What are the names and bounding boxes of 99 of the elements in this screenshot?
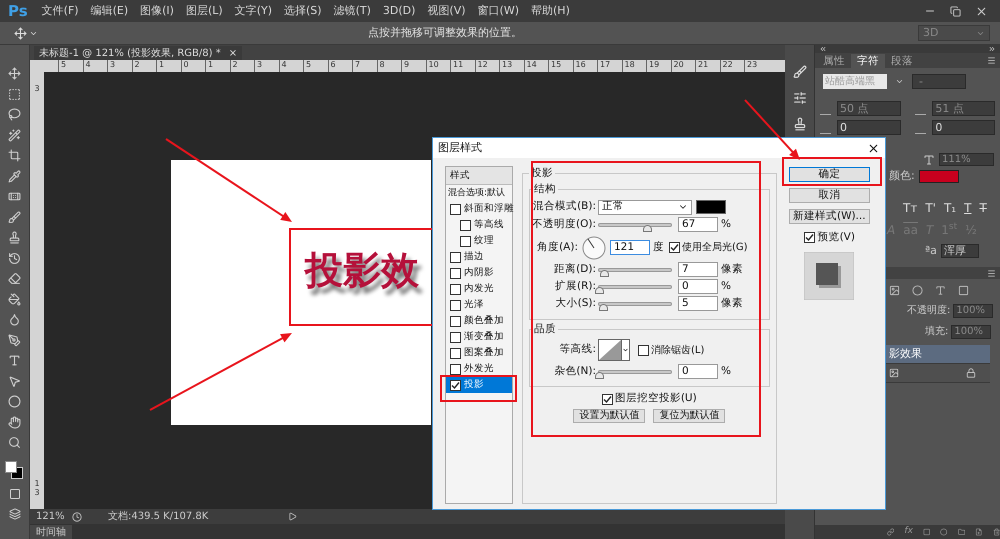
dialog-button[interactable]: 取消: [788, 188, 870, 203]
ruler-label: 1: [34, 479, 40, 488]
zoom-level: 121%: [35, 510, 66, 524]
style-label: 颜色叠加: [464, 314, 504, 328]
style-label: 斜面和浮雕: [464, 202, 514, 216]
style-label: 纹理: [474, 234, 494, 248]
menu-item[interactable]: 3D(D): [376, 2, 422, 20]
number-field[interactable]: 0: [678, 279, 718, 294]
color-label: 颜色:: [889, 168, 915, 184]
document-tab[interactable]: 未标题-1 @ 121% (投影效果, RGB/8) * ×: [34, 46, 242, 60]
type-style-button[interactable]: T': [925, 198, 936, 216]
number-field[interactable]: 0: [678, 364, 718, 379]
fx-button[interactable]: fx: [904, 525, 913, 539]
layer-name: 影效果: [889, 346, 922, 362]
dialog-title: 图层样式: [438, 140, 482, 156]
fill-label: 填充:: [925, 324, 948, 339]
dialog-button[interactable]: 新建样式(W)...: [788, 209, 870, 224]
style-list-item[interactable]: 内发光: [446, 281, 512, 297]
number-field[interactable]: 7: [678, 262, 718, 278]
style-list-item[interactable]: 描边: [446, 249, 512, 265]
style-label: 内发光: [464, 282, 494, 296]
document-info: 文档:439.5 K/107.8K: [108, 510, 208, 524]
menu-item[interactable]: 文件(F): [36, 2, 85, 20]
tab-close[interactable]: ×: [228, 46, 238, 60]
menu-item[interactable]: 图像(I): [134, 2, 180, 20]
antialias-label: ªa: [925, 242, 937, 258]
list-header: 样式: [446, 167, 512, 185]
field-label: 混合模式(B):: [532, 199, 597, 214]
unit-label: 像素: [721, 262, 743, 278]
style-list-item[interactable]: 颜色叠加: [446, 313, 512, 329]
ruler-label: 3: [34, 84, 40, 93]
opacity-label: 不透明度:: [907, 304, 950, 318]
style-list-item[interactable]: 内阴影: [446, 265, 512, 281]
menu-item[interactable]: 帮助(H): [525, 2, 576, 20]
unit-label: %: [721, 217, 731, 232]
hint-text: 点按并拖移可调整效果的位置。: [368, 24, 522, 41]
field-label: 角度(A):: [536, 240, 579, 255]
blend-mode-dropdown[interactable]: 正常: [598, 200, 692, 214]
app-logo: Ps: [7, 0, 29, 22]
number-field[interactable]: 5: [678, 296, 718, 312]
checkbox-label: 使用全局光(G): [682, 240, 748, 255]
number-field[interactable]: 121: [610, 240, 650, 255]
blend-options-item[interactable]: 混合选项:默认: [446, 185, 512, 201]
type-style-button[interactable]: T: [964, 198, 972, 216]
unit-label: 像素: [721, 296, 743, 312]
kerning-field[interactable]: 0: [836, 120, 902, 135]
style-label: 描边: [464, 250, 484, 264]
group-title: 结构: [533, 182, 557, 197]
style-label: 投影: [464, 378, 484, 392]
style-label: 渐变叠加: [464, 330, 504, 344]
panel-tab[interactable]: 字符: [851, 54, 885, 68]
style-list-item[interactable]: 光泽: [446, 297, 512, 313]
style-list-item[interactable]: 图案叠加: [446, 345, 512, 361]
canvas-text: 投影效: [305, 247, 420, 294]
menu-item[interactable]: 选择(S): [278, 2, 328, 20]
dialog-button[interactable]: 确定: [788, 167, 870, 182]
checkbox-label: 预览(V): [818, 230, 855, 245]
tab-title: 未标题-1 @ 121% (投影效果, RGB/8) *: [39, 46, 221, 60]
tracking-field[interactable]: 0: [932, 120, 995, 135]
number-field[interactable]: 67: [678, 217, 718, 232]
menu-item[interactable]: 文字(Y): [228, 2, 278, 20]
type-style-button[interactable]: T: [979, 198, 987, 216]
field-label: 不透明度(O):: [532, 217, 597, 232]
menu-item[interactable]: 编辑(E): [84, 2, 134, 20]
dialog-button[interactable]: 复位为默认值: [653, 409, 726, 423]
checkbox-label: 图层挖空投影(U): [614, 391, 697, 406]
style-label: 外发光: [464, 362, 494, 376]
dialog-button[interactable]: 设置为默认值: [573, 409, 646, 423]
group-title: 品质: [533, 322, 557, 336]
field-label: 等高线:: [558, 342, 597, 358]
style-list-item[interactable]: 渐变叠加: [446, 329, 512, 345]
field-label: 杂色(N):: [553, 364, 597, 379]
menu-item[interactable]: 视图(V): [421, 2, 472, 20]
style-label: 图案叠加: [464, 346, 504, 360]
menu-item[interactable]: 窗口(W): [472, 2, 525, 20]
style-label: 内阴影: [464, 266, 494, 280]
ruler-label: 3: [34, 488, 40, 497]
panel-tab[interactable]: 段落: [885, 54, 919, 68]
checkbox-label: 消除锯齿(L): [651, 344, 704, 358]
timeline-tab[interactable]: 时间轴: [30, 525, 72, 539]
style-label: 光泽: [464, 298, 484, 312]
style-list-item[interactable]: 投影: [446, 377, 512, 393]
field-label: 大小(S):: [554, 296, 597, 312]
unit-label: 度: [653, 240, 664, 255]
type-style-button[interactable]: T₁: [944, 198, 956, 216]
antialias-dropdown[interactable]: 浑厚: [940, 244, 979, 258]
menu-item[interactable]: 图层(L): [180, 2, 229, 20]
style-list-item[interactable]: 斜面和浮雕: [446, 201, 512, 217]
panel-tab[interactable]: 属性: [817, 54, 851, 68]
field-label: 扩展(R):: [554, 279, 597, 294]
menu-item[interactable]: 滤镜(T): [328, 2, 377, 20]
unit-label: %: [721, 364, 731, 379]
field-label: 距离(D):: [553, 262, 597, 278]
type-style-button[interactable]: Tт: [903, 198, 918, 216]
style-list-item[interactable]: 外发光: [446, 361, 512, 377]
style-label: 等高线: [474, 218, 504, 232]
unit-label: %: [721, 279, 731, 294]
style-list-item[interactable]: 等高线: [446, 217, 512, 233]
style-list-item[interactable]: 纹理: [446, 233, 512, 249]
